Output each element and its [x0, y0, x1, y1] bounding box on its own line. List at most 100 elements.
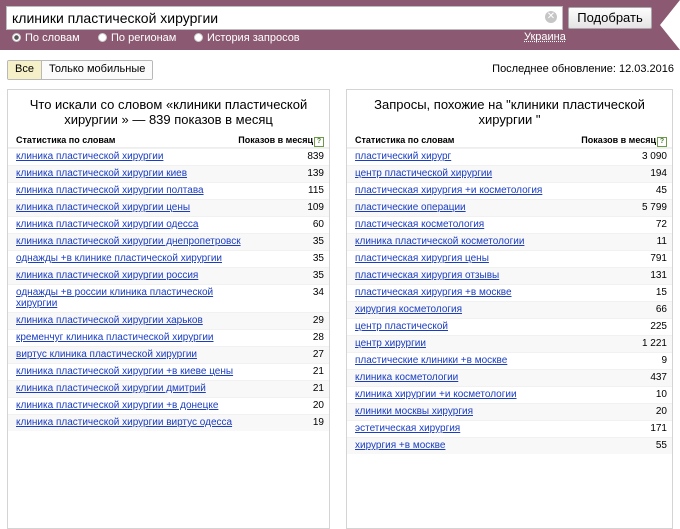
impressions-count: 72: [655, 219, 667, 230]
left-panel: Что искали со словом «клиники пластическ…: [7, 89, 330, 529]
table-row: клиника хирургии +и косметологии 10: [347, 386, 672, 403]
impressions-count: 11: [656, 236, 667, 247]
query-link[interactable]: клиника пластической хирургии днепропетр…: [16, 236, 241, 247]
query-link[interactable]: пластическая хирургия +и косметология: [355, 185, 542, 196]
device-filter: Все Только мобильные: [7, 60, 154, 80]
query-link[interactable]: пластическая хирургия цены: [355, 253, 489, 264]
query-link[interactable]: однажды +в клинике пластической хирургии: [16, 253, 222, 264]
impressions-count: 115: [308, 185, 324, 196]
impressions-count: 139: [307, 168, 324, 179]
impressions-count: 35: [312, 253, 324, 264]
clear-icon[interactable]: ✕: [545, 11, 557, 23]
query-link[interactable]: кременчуг клиника пластической хирургии: [16, 332, 214, 343]
search-input[interactable]: клиники пластической хирургии: [6, 6, 563, 30]
question-icon[interactable]: ?: [657, 137, 667, 147]
last-update: Последнее обновление: 12.03.2016: [492, 63, 674, 75]
impressions-count: 1 221: [641, 338, 667, 349]
query-link[interactable]: клиника пластической хирургии одесса: [16, 219, 199, 230]
table-row: клиника косметологии 437: [347, 369, 672, 386]
query-link[interactable]: клиника пластической хирургии виртус оде…: [16, 417, 232, 428]
table-row: однажды +в россии клиника пластической х…: [8, 284, 329, 312]
query-link[interactable]: клиника пластической хирургии дмитрий: [16, 383, 206, 394]
left-panel-title: Что искали со словом «клиники пластическ…: [29, 97, 308, 127]
table-row: эстетическая хирургия 171: [347, 420, 672, 437]
table-row: клиника пластической хирургии цены 109: [8, 199, 329, 216]
left-rows: клиника пластической хирургии 839 клиника …: [8, 148, 329, 431]
impressions-count: 21: [312, 383, 324, 394]
impressions-count: 60: [312, 219, 324, 230]
table-row: клиники москвы хирургия 20: [347, 403, 672, 420]
table-row: клиника пластической хирургии +в киеве ц…: [8, 363, 329, 380]
mode-radio-words[interactable]: По словам: [12, 31, 80, 45]
query-link[interactable]: клиника пластической хирургии цены: [16, 202, 190, 213]
impressions-count: 45: [655, 185, 667, 196]
query-link[interactable]: клиника хирургии +и косметологии: [355, 389, 517, 400]
query-link[interactable]: клиника пластической хирургии полтава: [16, 185, 204, 196]
query-link[interactable]: виртус клиника пластической хирургии: [16, 349, 197, 360]
right-panel-title: Запросы, похожие на "клиники пластическо…: [374, 97, 645, 127]
query-link[interactable]: центр хирургии: [355, 338, 426, 349]
table-row: клиника пластической косметологии 11: [347, 233, 672, 250]
table-row: виртус клиника пластической хирургии 27: [8, 346, 329, 363]
impressions-count: 171: [650, 423, 667, 434]
impressions-count: 66: [655, 304, 667, 315]
query-link[interactable]: клиника пластической хирургии: [16, 151, 163, 162]
impressions-count: 131: [650, 270, 667, 281]
table-row: клиника пластической хирургии одесса 60: [8, 216, 329, 233]
table-row: пластическая косметология 72: [347, 216, 672, 233]
impressions-count: 55: [655, 440, 667, 451]
table-row: пластическая хирургия +и косметология 45: [347, 182, 672, 199]
table-row: кременчуг клиника пластической хирургии 2…: [8, 329, 329, 346]
table-row: пластический хирург 3 090: [347, 148, 672, 165]
query-link[interactable]: клиника косметологии: [355, 372, 458, 383]
impressions-count: 109: [307, 202, 324, 213]
table-row: клиника пластической хирургии дмитрий 21: [8, 380, 329, 397]
radio-icon: [98, 33, 107, 42]
submit-button[interactable]: Подобрать: [568, 7, 652, 29]
impressions-count: 9: [661, 355, 667, 366]
mode-radio-regions[interactable]: По регионам: [98, 31, 176, 45]
query-link[interactable]: клиника пластической хирургии харьков: [16, 315, 203, 326]
radio-selected-icon: [12, 33, 21, 42]
impressions-count: 839: [307, 151, 324, 162]
search-header: клиники пластической хирургии ✕ Подобрат…: [0, 0, 680, 50]
query-link[interactable]: однажды +в россии клиника пластической х…: [16, 287, 241, 309]
impressions-count: 15: [655, 287, 667, 298]
query-link[interactable]: пластические операции: [355, 202, 466, 213]
query-link[interactable]: пластическая хирургия отзывы: [355, 270, 499, 281]
query-link[interactable]: клиники москвы хирургия: [355, 406, 473, 417]
impressions-count: 5 799: [641, 202, 667, 213]
query-link[interactable]: эстетическая хирургия: [355, 423, 460, 434]
impressions-count: 194: [650, 168, 667, 179]
query-link[interactable]: пластические клиники +в москве: [355, 355, 507, 366]
table-row: клиника пластической хирургии днепропетр…: [8, 233, 329, 250]
query-link[interactable]: пластическая косметология: [355, 219, 484, 230]
mode-radio-history[interactable]: История запросов: [194, 31, 300, 45]
tab-mobile[interactable]: Только мобильные: [41, 61, 153, 79]
impressions-count: 29: [312, 315, 324, 326]
query-link[interactable]: центр пластической: [355, 321, 448, 332]
query-link[interactable]: клиника пластической хирургии +в донецке: [16, 400, 218, 411]
table-row: пластическая хирургия отзывы 131: [347, 267, 672, 284]
query-link[interactable]: пластический хирург: [355, 151, 451, 162]
table-row: однажды +в клинике пластической хирургии…: [8, 250, 329, 267]
table-row: клиника пластической хирургии виртус оде…: [8, 414, 329, 431]
question-icon[interactable]: ?: [314, 137, 324, 147]
table-row: хирургия +в москве 55: [347, 437, 672, 454]
table-row: клиника пластической хирургии россия 35: [8, 267, 329, 284]
query-link[interactable]: клиника пластической хирургии киев: [16, 168, 187, 179]
query-link[interactable]: хирургия +в москве: [355, 440, 445, 451]
table-row: клиника пластической хирургии 839: [8, 148, 329, 165]
table-row: центр пластической 225: [347, 318, 672, 335]
query-link[interactable]: клиника пластической косметологии: [355, 236, 524, 247]
query-link[interactable]: пластическая хирургия +в москве: [355, 287, 512, 298]
query-link[interactable]: хирургия косметология: [355, 304, 462, 315]
right-column-header: Статистика по словам Показов в месяц?: [347, 133, 672, 148]
region-link[interactable]: Украина: [524, 31, 566, 43]
query-link[interactable]: центр пластической хирургии: [355, 168, 492, 179]
tab-all[interactable]: Все: [8, 61, 42, 79]
query-link[interactable]: клиника пластической хирургии +в киеве ц…: [16, 366, 233, 377]
impressions-count: 20: [655, 406, 667, 417]
query-link[interactable]: клиника пластической хирургии россия: [16, 270, 198, 281]
impressions-count: 21: [312, 366, 324, 377]
